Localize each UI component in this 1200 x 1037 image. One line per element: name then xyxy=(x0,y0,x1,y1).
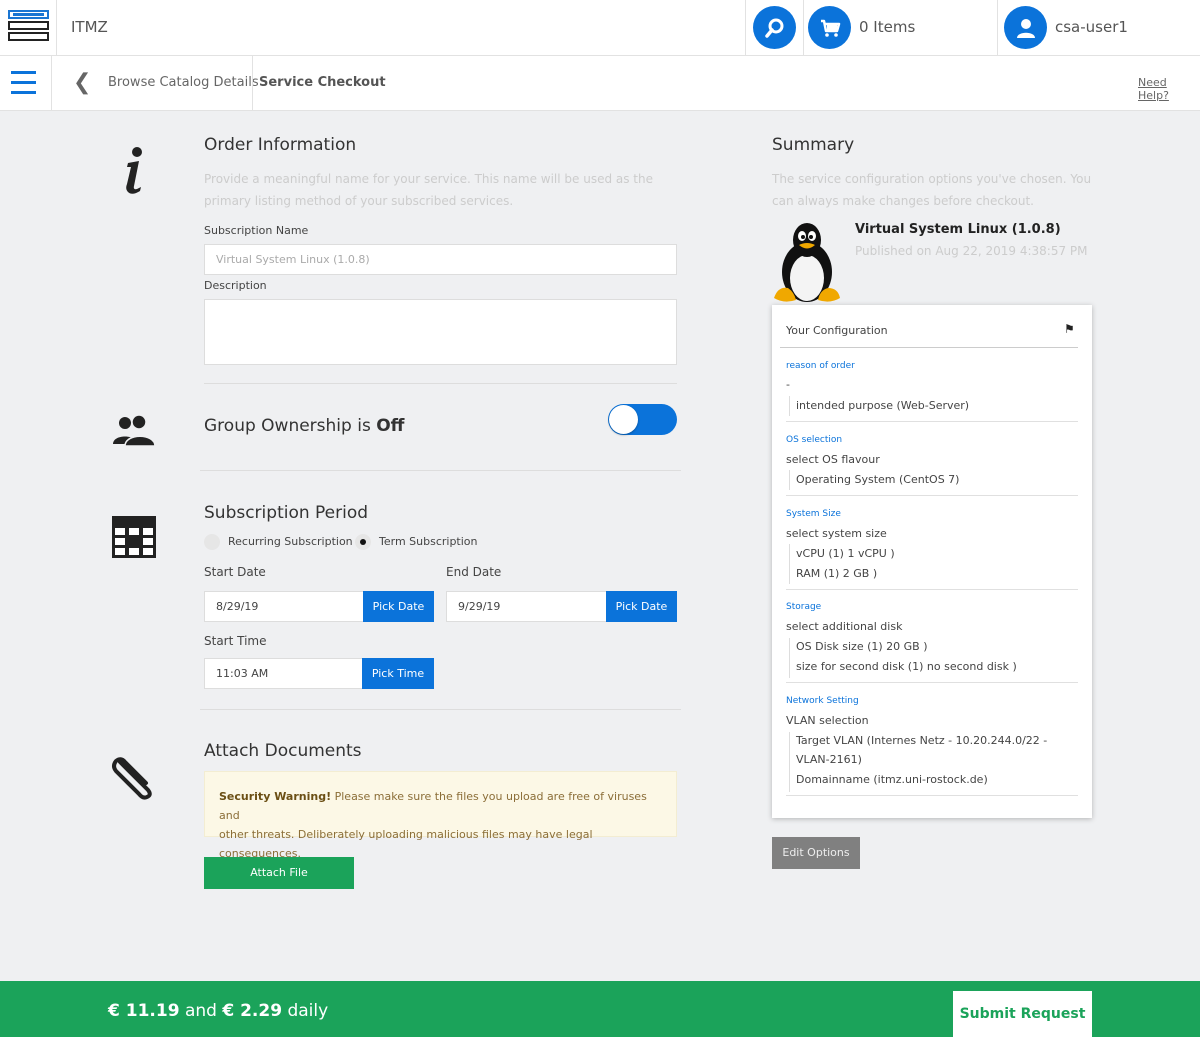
order-info-desc-1: Provide a meaningful name for your servi… xyxy=(204,172,654,186)
config-question: - xyxy=(786,378,790,391)
breadcrumb-current: Service Checkout xyxy=(259,75,386,90)
group-ownership-state: Off xyxy=(376,416,405,436)
config-answer: size for second disk (1) no second disk … xyxy=(796,660,1017,673)
submit-request-button[interactable]: Submit Request xyxy=(953,991,1092,1037)
config-answer: Operating System (CentOS 7) xyxy=(796,473,960,486)
config-answer: vCPU (1) 1 vCPU ) xyxy=(796,547,895,560)
summary-desc-1: The service configuration options you've… xyxy=(772,172,1092,186)
search-button[interactable] xyxy=(753,6,796,49)
subscription-period-title: Subscription Period xyxy=(204,503,369,523)
summary-title: Summary xyxy=(772,135,855,155)
price-once: € 11.19 xyxy=(108,1001,180,1021)
price-summary: € 11.19 and € 2.29 daily xyxy=(108,1001,328,1021)
radio-term-label[interactable]: Term Subscription xyxy=(379,535,478,548)
config-answer: RAM (1) 2 GB ) xyxy=(796,567,878,580)
cart-icon xyxy=(821,19,841,37)
edit-options-button[interactable]: Edit Options xyxy=(772,837,860,869)
config-answer: Target VLAN (Internes Netz - 10.20.244.0… xyxy=(796,734,1048,747)
config-category-network: Network Setting xyxy=(786,696,859,706)
configuration-title: Your Configuration xyxy=(786,324,888,337)
price-daily-label: daily xyxy=(287,1001,329,1021)
cart-count[interactable]: 0 Items xyxy=(859,18,915,36)
config-category-reason: reason of order xyxy=(786,361,855,371)
price-and: and xyxy=(184,1001,217,1021)
end-date-label: End Date xyxy=(446,565,502,579)
security-warning: Security Warning! Please make sure the f… xyxy=(204,771,677,860)
pick-start-date-button[interactable]: Pick Date xyxy=(363,591,434,622)
nav-bar: ❮ Browse Catalog Details Service Checkou… xyxy=(0,56,1200,111)
config-answer: VLAN-2161) xyxy=(796,753,862,766)
security-warning-title: Security Warning! xyxy=(219,790,332,803)
pick-time-button[interactable]: Pick Time xyxy=(362,658,434,689)
config-category-storage: Storage xyxy=(786,602,822,612)
calendar-icon xyxy=(112,516,156,558)
config-question: VLAN selection xyxy=(786,714,869,727)
order-info-title: Order Information xyxy=(204,135,357,155)
menu-button[interactable] xyxy=(0,56,52,111)
config-question: select additional disk xyxy=(786,620,903,633)
summary-desc-2: can always make changes before checkout. xyxy=(772,194,1034,208)
config-category-os: OS selection xyxy=(786,435,843,445)
pick-end-date-button[interactable]: Pick Date xyxy=(606,591,677,622)
product-published: Published on Aug 22, 2019 4:38:57 PM xyxy=(855,244,1088,258)
paperclip-icon xyxy=(112,757,152,800)
info-icon xyxy=(126,147,142,194)
order-info-desc-2: primary listing method of your subscribe… xyxy=(204,194,514,208)
linux-penguin-icon xyxy=(774,223,840,302)
search-icon xyxy=(765,18,784,38)
group-ownership-text: Group Ownership is Off xyxy=(204,416,405,436)
group-ownership-toggle[interactable] xyxy=(608,404,677,435)
end-date-input[interactable]: 9/29/19 xyxy=(446,591,607,622)
attach-file-button[interactable]: Attach File xyxy=(204,857,354,889)
start-date-label: Start Date xyxy=(204,565,266,579)
config-category-size: System Size xyxy=(786,509,841,519)
config-answer: OS Disk size (1) 20 GB ) xyxy=(796,640,928,653)
start-time-label: Start Time xyxy=(204,634,267,648)
radio-recurring[interactable] xyxy=(204,534,220,550)
need-help-link[interactable]: Need Help? xyxy=(1138,76,1200,102)
product-name: Virtual System Linux (1.0.8) xyxy=(855,222,1061,237)
app-title: ITMZ xyxy=(71,18,108,36)
radio-term[interactable] xyxy=(355,534,371,550)
price-daily: € 2.29 xyxy=(222,1001,283,1021)
radio-recurring-label[interactable]: Recurring Subscription xyxy=(228,535,353,548)
back-arrow-icon[interactable]: ❮ xyxy=(73,70,91,95)
config-question: select system size xyxy=(786,527,887,540)
breadcrumb-link[interactable]: Browse Catalog Details xyxy=(108,75,259,90)
subscription-name-input[interactable]: Virtual System Linux (1.0.8) xyxy=(204,244,677,275)
start-date-input[interactable]: 8/29/19 xyxy=(204,591,364,622)
top-bar: ITMZ 0 Items csa-user1 xyxy=(0,0,1200,56)
description-textarea[interactable] xyxy=(204,299,677,365)
flag-icon[interactable]: ⚑ xyxy=(1064,322,1075,336)
cart-button[interactable] xyxy=(808,6,851,49)
subscription-name-label: Subscription Name xyxy=(204,224,309,237)
checkout-footer: € 11.19 and € 2.29 daily Submit Request xyxy=(0,981,1200,1037)
config-answer: Domainname (itmz.uni-rostock.de) xyxy=(796,773,988,786)
user-icon xyxy=(1017,19,1035,38)
config-answer: intended purpose (Web-Server) xyxy=(796,399,970,412)
security-warning-line2: other threats. Deliberately uploading ma… xyxy=(219,828,593,860)
configuration-panel: Your Configuration ⚑ reason of order - i… xyxy=(772,305,1092,818)
group-icon xyxy=(113,414,156,447)
config-question: select OS flavour xyxy=(786,453,880,466)
attach-documents-title: Attach Documents xyxy=(204,741,362,761)
user-avatar-button[interactable] xyxy=(1004,6,1047,49)
user-name[interactable]: csa-user1 xyxy=(1055,18,1128,36)
app-logo[interactable] xyxy=(0,0,57,56)
start-time-input[interactable]: 11:03 AM xyxy=(204,658,363,689)
description-label: Description xyxy=(204,279,267,292)
